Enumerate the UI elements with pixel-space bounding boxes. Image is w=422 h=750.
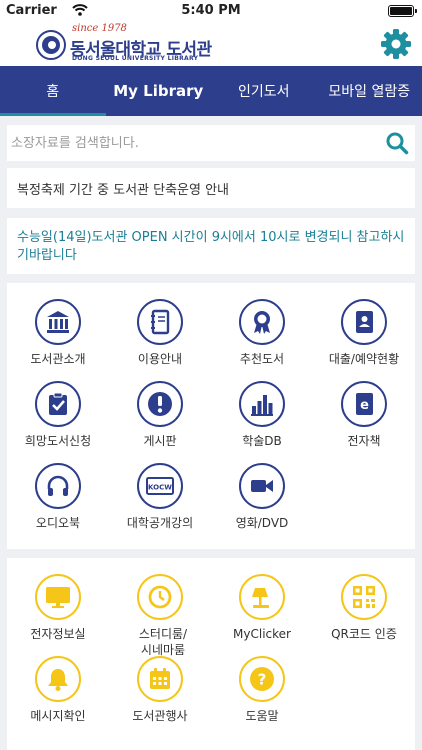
library-building-icon — [35, 299, 81, 345]
clock-icon — [137, 574, 183, 620]
menu-label: 대학공개강의 — [126, 516, 194, 530]
menu-label: 영화/DVD — [235, 516, 289, 530]
service-label: 메시지확인 — [30, 709, 86, 723]
svg-text:e: e — [360, 398, 369, 413]
monitor-icon — [35, 574, 81, 620]
logo-subtitle: DONG SEOUL UNIVERSITY LIBRARY — [72, 55, 199, 62]
service-label: 스터디룸/시네마룸 — [138, 627, 188, 657]
notebook-icon — [137, 299, 183, 345]
kocw-text: KOCW — [148, 484, 172, 492]
service-label: 도서관행사 — [132, 709, 188, 723]
desk-lamp-icon — [239, 574, 285, 620]
logo-since: since 1978 — [72, 23, 127, 34]
menu-label: 게시판 — [143, 434, 177, 448]
kocw-icon: KOCW — [137, 463, 183, 509]
search-bar — [7, 125, 415, 161]
menu-label: 전자책 — [347, 434, 381, 448]
award-ribbon-icon — [239, 299, 285, 345]
university-emblem-icon — [36, 30, 66, 60]
menu-label: 대출/예약현황 — [328, 352, 400, 366]
gear-icon — [381, 29, 411, 59]
status-bar: Carrier 5:40 PM — [0, 0, 422, 20]
search-input[interactable] — [7, 125, 377, 161]
menu-label: 추천도서 — [239, 352, 285, 366]
app-header: since 1978 동서울대학교 도서관 DONG SEOUL UNIVERS… — [0, 20, 422, 66]
contact-book-icon — [341, 299, 387, 345]
headphones-icon — [35, 463, 81, 509]
menu-label: 오디오북 — [35, 516, 81, 530]
exclamation-icon — [137, 381, 183, 427]
notice-item-highlight[interactable]: 수능일(14일)도서관 OPEN 시간이 9시에서 10시로 변경되니 참고하시… — [7, 218, 415, 274]
status-time: 5:40 PM — [181, 3, 241, 18]
settings-button[interactable] — [378, 26, 414, 62]
tab-my-library[interactable]: My Library — [106, 66, 212, 116]
library-logo[interactable]: since 1978 동서울대학교 도서관 DONG SEOUL UNIVERS… — [36, 23, 236, 64]
service-label: QR코드 인증 — [331, 627, 397, 641]
notice-item[interactable]: 복정축제 기간 중 도서관 단축운영 안내 — [7, 168, 415, 208]
help-icon: ? — [239, 656, 285, 702]
video-camera-icon — [239, 463, 285, 509]
calendar-icon — [137, 656, 183, 702]
tab-popular-books[interactable]: 인기도서 — [211, 66, 317, 116]
tab-home[interactable]: 홈 — [0, 66, 106, 116]
service-label: 전자정보실 — [30, 627, 86, 641]
main-menu-grid: 도서관소개 이용안내 추천도서 대출/예약현황 희망도서신청 게시판 학술DB … — [7, 283, 415, 549]
ebook-icon: e — [341, 381, 387, 427]
nav-tabs: 홈 My Library 인기도서 모바일 열람증 — [0, 66, 422, 116]
menu-label: 학술DB — [242, 434, 282, 448]
bar-chart-icon — [239, 381, 285, 427]
menu-label: 도서관소개 — [30, 352, 86, 366]
service-label: MyClicker — [233, 627, 291, 641]
menu-label: 이용안내 — [137, 352, 183, 366]
battery-icon — [388, 5, 417, 17]
active-tab-indicator — [0, 113, 106, 116]
menu-label: 희망도서신청 — [24, 434, 92, 448]
bell-icon — [35, 656, 81, 702]
tab-mobile-library-card[interactable]: 모바일 열람증 — [317, 66, 422, 116]
search-icon — [386, 132, 409, 155]
services-grid: 전자정보실 스터디룸/시네마룸 MyClicker QR코드 인증 메시지확인 … — [7, 558, 415, 750]
service-label: 도움말 — [245, 709, 279, 723]
svg-text:?: ? — [258, 671, 267, 689]
search-button[interactable] — [385, 131, 409, 155]
clipboard-check-icon — [35, 381, 81, 427]
qr-code-icon — [341, 574, 387, 620]
